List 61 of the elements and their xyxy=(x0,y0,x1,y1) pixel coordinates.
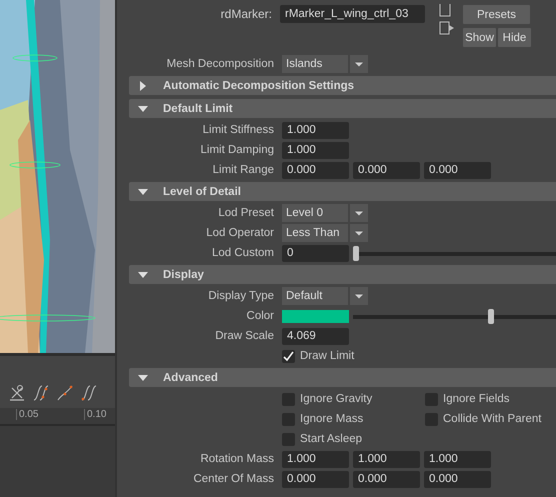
number-field[interactable]: 0.000 xyxy=(353,162,420,178)
show-button[interactable]: Show xyxy=(463,28,496,47)
curve-icon[interactable] xyxy=(80,384,98,402)
node-label: rdMarker: xyxy=(220,6,273,23)
number-field[interactable]: 1.000 xyxy=(282,450,349,468)
attribute-label: Mesh Decomposition xyxy=(166,58,275,70)
attribute-label: Lod Operator xyxy=(205,227,275,239)
attribute-label: Display Type xyxy=(207,290,275,302)
attribute-label: Limit Range xyxy=(212,164,275,176)
number-field[interactable]: 0 xyxy=(282,244,349,262)
dropdown[interactable]: Less Than xyxy=(282,224,348,242)
attribute-label: Lod Custom xyxy=(210,247,275,259)
checkbox-label: Ignore Gravity xyxy=(300,393,372,405)
number-field[interactable]: 1.000 xyxy=(282,122,349,138)
attribute-label: Lod Preset xyxy=(217,207,275,219)
checkbox[interactable] xyxy=(282,392,295,406)
number-field[interactable]: 0.000 xyxy=(424,470,491,488)
dropdown[interactable]: Default xyxy=(282,287,348,305)
number-field[interactable]: 0.000 xyxy=(353,470,420,488)
number-field[interactable]: 0.000 xyxy=(282,470,349,488)
checkbox[interactable] xyxy=(282,412,295,426)
number-field[interactable]: 1.000 xyxy=(353,450,420,468)
checkbox-label: Start Asleep xyxy=(300,433,362,445)
section-header[interactable]: Display xyxy=(129,265,556,284)
number-field[interactable]: 4.069 xyxy=(282,328,349,344)
checkbox[interactable] xyxy=(425,392,438,406)
time-tick: 0.05 xyxy=(16,409,38,420)
attribute-label: Draw Scale xyxy=(214,330,275,342)
attribute-label: Limit Stiffness xyxy=(202,124,275,136)
number-field[interactable]: 1.000 xyxy=(282,142,349,158)
output-icon[interactable] xyxy=(439,21,455,35)
attribute-label: Limit Damping xyxy=(200,144,275,156)
time-tick: 0.10 xyxy=(84,409,106,420)
slider-thumb[interactable] xyxy=(353,246,359,260)
presets-button[interactable]: Presets xyxy=(463,5,530,24)
checkbox-label: Collide With Parent xyxy=(443,413,542,425)
checkbox-label: Draw Limit xyxy=(300,350,354,362)
checkbox-label: Ignore Fields xyxy=(443,393,510,405)
checkbox[interactable] xyxy=(282,350,295,362)
checkbox[interactable] xyxy=(282,432,295,446)
number-field[interactable]: 0.000 xyxy=(282,162,349,178)
attribute-label: Rotation Mass xyxy=(199,453,275,465)
section-header[interactable]: Level of Detail xyxy=(129,182,556,201)
hide-button[interactable]: Hide xyxy=(498,28,531,47)
attribute-label: Center Of Mass xyxy=(192,473,275,485)
curve-icon[interactable] xyxy=(56,384,74,402)
section-header[interactable]: Automatic Decomposition Settings xyxy=(129,76,556,95)
slider-thumb[interactable] xyxy=(488,308,494,324)
checkbox-label: Ignore Mass xyxy=(300,413,364,425)
dropdown[interactable]: Level 0 xyxy=(282,204,348,222)
curve-icon[interactable] xyxy=(32,384,50,402)
number-field[interactable]: 1.000 xyxy=(424,450,491,468)
crossed-tool-icon[interactable] xyxy=(8,384,26,402)
attribute-label: Color xyxy=(246,310,275,322)
checkbox[interactable] xyxy=(425,412,438,426)
node-name-field[interactable]: rMarker_L_wing_ctrl_03 xyxy=(280,5,425,23)
section-header[interactable]: Advanced xyxy=(129,368,556,387)
section-header[interactable]: Default Limit xyxy=(129,99,556,118)
number-field[interactable]: 0.000 xyxy=(424,162,491,178)
dropdown[interactable]: Islands xyxy=(282,55,348,73)
color-swatch[interactable] xyxy=(282,310,349,322)
